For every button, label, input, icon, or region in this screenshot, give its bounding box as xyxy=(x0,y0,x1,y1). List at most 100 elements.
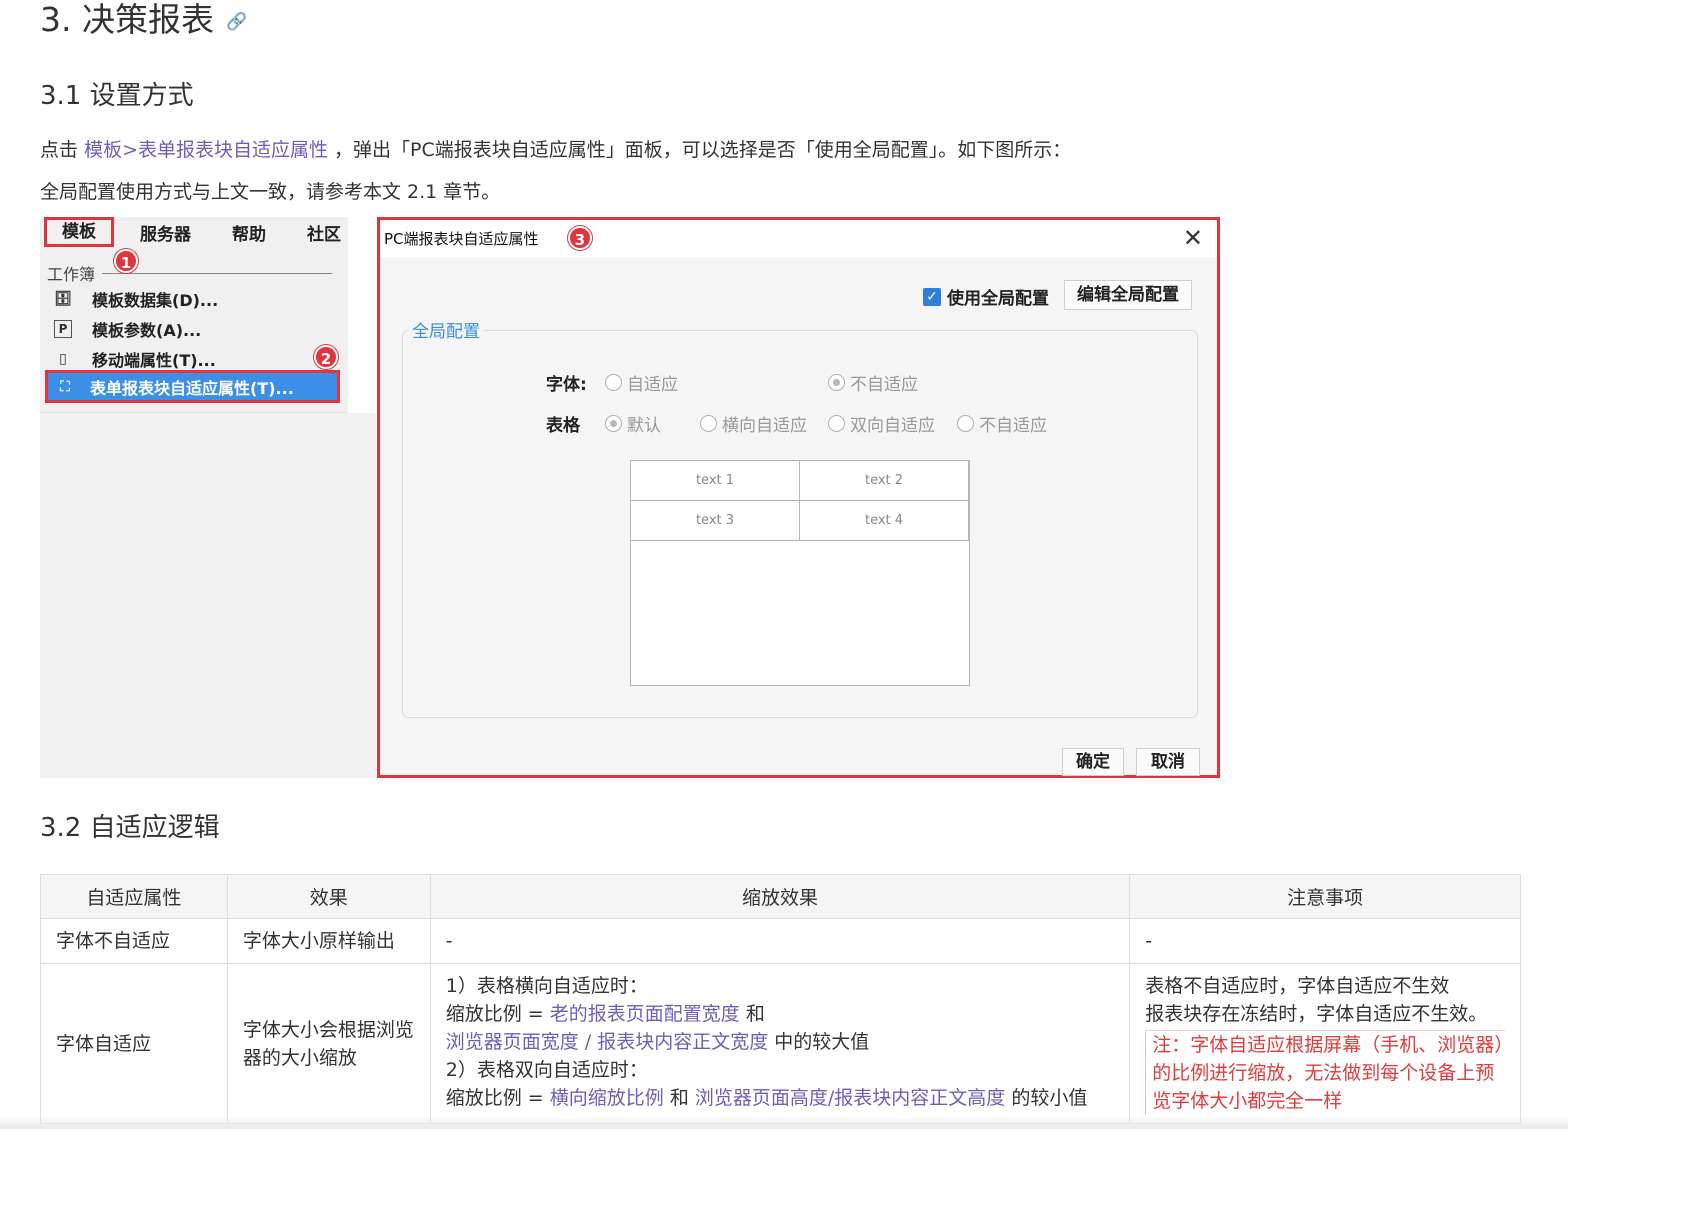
adaptive-logic-table: 自适应属性 效果 缩放效果 注意事项 字体不自适应 字体大小原样输出 - - 字… xyxy=(40,874,1521,1124)
zoom-link: 横向缩放比例 xyxy=(549,1087,664,1109)
menu-item-mobile-properties[interactable]: ▯ 移动端属性(T)... xyxy=(52,347,216,371)
radio-icon xyxy=(605,374,622,391)
table-option-horizontal[interactable]: 横向自适应 xyxy=(700,411,807,436)
dialog-title: PC端报表块自适应属性 xyxy=(384,230,539,248)
preview-cell: text 3 xyxy=(630,500,800,541)
page-title: 3. 决策报表 🔗 xyxy=(40,0,247,42)
table-cell: 字体不自适应 xyxy=(40,918,228,964)
table-cell-note: 表格不自适应时，字体自适应不生效 报表块存在冻结时，字体自适应不生效。 注：字体… xyxy=(1129,963,1521,1124)
mobile-icon: ▯ xyxy=(59,351,67,367)
table-header: 效果 xyxy=(226,874,431,919)
zoom-line: 缩放比例 = 老的报表页面配置宽度 和 xyxy=(446,1000,1114,1028)
menu-item-template-dataset[interactable]: 🗄 模板数据集(D)... xyxy=(52,287,218,311)
table-option-default[interactable]: 默认 xyxy=(605,411,661,436)
zoom-line: 1）表格横向自适应时： xyxy=(445,975,648,997)
step-badge-3: 3 xyxy=(568,226,592,250)
menu-item-adaptive-properties[interactable]: ⛶ 表单报表块自适应属性(T)... xyxy=(45,370,340,403)
table-option-label: 横向自适应 xyxy=(722,416,807,436)
menu-server[interactable]: 服务器 xyxy=(140,220,191,245)
zoom-link: 老的报表页面配置宽度 xyxy=(549,1003,740,1025)
use-global-config-checkbox[interactable]: ✓ 使用全局配置 xyxy=(923,284,1049,309)
parameter-icon: P xyxy=(54,320,72,338)
close-icon[interactable]: ✕ xyxy=(1183,224,1203,252)
table-label: 表格 xyxy=(546,416,580,436)
radio-selected-icon xyxy=(605,415,622,432)
workbook-label: 工作簿 xyxy=(47,265,96,284)
zoom-line: 浏览器页面宽度 / 报表块内容正文宽度 中的较大值 xyxy=(446,1028,1114,1056)
table-header: 注意事项 xyxy=(1129,874,1521,919)
radio-icon xyxy=(700,415,717,432)
dialog-titlebar: PC端报表块自适应属性 3 ✕ xyxy=(380,220,1217,257)
table-row: 字体不自适应 字体大小原样输出 - - xyxy=(40,918,1521,964)
table-cell: - xyxy=(1129,918,1521,964)
note-line: 报表块存在冻结时，字体自适应不生效。 xyxy=(1145,1003,1488,1025)
zoom-text: 和 xyxy=(669,1087,689,1109)
checkbox-checked-icon: ✓ xyxy=(923,287,941,306)
menu-community[interactable]: 社区 xyxy=(307,220,341,245)
font-option-not-adaptive[interactable]: 不自适应 xyxy=(828,370,918,395)
page-title-text: 3. 决策报表 xyxy=(40,0,214,39)
radio-icon xyxy=(828,415,845,432)
use-global-config-label: 使用全局配置 xyxy=(947,289,1049,309)
edit-global-config-button[interactable]: 编辑全局配置 xyxy=(1064,280,1192,310)
table-option-bidirectional[interactable]: 双向自适应 xyxy=(828,411,935,436)
table-header-row: 自适应属性 效果 缩放效果 注意事项 xyxy=(40,874,1521,919)
radio-selected-icon xyxy=(828,374,845,391)
paragraph-2: 全局配置使用方式与上文一致，请参考本文 2.1 章节。 xyxy=(40,181,501,203)
para1-suffix: ，弹出「PC端报表块自适应属性」面板，可以选择是否「使用全局配置」。如下图所示： xyxy=(334,139,1072,161)
table-cell: 字体大小原样输出 xyxy=(226,918,431,964)
table-row: 字体自适应 字体大小会根据浏览器的大小缩放 1）表格横向自适应时： 缩放比例 =… xyxy=(40,963,1521,1124)
zoom-line: 缩放比例 = 横向缩放比例 和 浏览器页面高度/报表块内容正文高度 的较小值 xyxy=(446,1084,1114,1112)
menu-item-label: 表单报表块自适应属性(T)... xyxy=(90,378,294,398)
font-option-adaptive[interactable]: 自适应 xyxy=(605,370,678,395)
table-cell-zoom: 1）表格横向自适应时： 缩放比例 = 老的报表页面配置宽度 和 浏览器页面宽度 … xyxy=(429,963,1131,1124)
link-icon[interactable]: 🔗 xyxy=(226,12,247,32)
font-option-label: 自适应 xyxy=(627,375,678,395)
template-menu-screenshot: 模板 服务器 帮助 社区 工作簿 1 🗄 模板数据集(D)... P 模板参数(… xyxy=(40,217,348,413)
table-option-label: 不自适应 xyxy=(979,416,1047,436)
cancel-button[interactable]: 取消 xyxy=(1136,748,1200,776)
section-title-3-2: 3.2 自适应逻辑 xyxy=(40,813,220,843)
zoom-text: 的较小值 xyxy=(1011,1087,1088,1109)
table-option-not-adaptive[interactable]: 不自适应 xyxy=(957,411,1047,436)
zoom-link: 浏览器页面高度/报表块内容正文高度 xyxy=(694,1087,1006,1109)
menu-item-label: 移动端属性(T)... xyxy=(92,351,216,370)
para1-prefix: 点击 xyxy=(40,139,79,161)
table-cell: 字体大小会根据浏览器的大小缩放 xyxy=(226,963,431,1124)
step-badge-2: 2 xyxy=(314,345,338,369)
menu-item-template-parameter[interactable]: P 模板参数(A)... xyxy=(52,317,201,341)
preview-cell: text 4 xyxy=(799,500,969,541)
font-label: 字体: xyxy=(546,375,587,395)
table-option-label: 双向自适应 xyxy=(850,416,935,436)
note-line: 表格不自适应时，字体自适应不生效 xyxy=(1145,975,1450,997)
menu-item-label: 模板数据集(D)... xyxy=(92,291,219,310)
menu-help[interactable]: 帮助 xyxy=(232,220,266,245)
menu-template[interactable]: 模板 xyxy=(44,217,114,247)
note-warning: 注：字体自适应根据屏幕（手机、浏览器）的比例进行缩放，无法做到每个设备上预览字体… xyxy=(1145,1030,1505,1115)
global-config-group-title: 全局配置 xyxy=(408,317,484,342)
section-title-3-1: 3.1 设置方式 xyxy=(40,81,194,111)
radio-icon xyxy=(957,415,974,432)
template-menu-link[interactable]: 模板>表单报表块自适应属性 xyxy=(84,139,328,161)
font-option-label: 不自适应 xyxy=(850,375,918,395)
zoom-text: 缩放比例 = xyxy=(445,1087,544,1109)
step-badge-1: 1 xyxy=(114,249,138,273)
menu-screenshot-background xyxy=(40,413,376,778)
database-icon: 🗄 xyxy=(54,291,72,307)
page-bottom-fade xyxy=(0,1116,1568,1129)
table-header: 自适应属性 xyxy=(40,874,228,919)
menu-item-label: 模板参数(A)... xyxy=(92,321,202,340)
table-preview: text 1 text 2 text 3 text 4 xyxy=(630,460,970,686)
table-cell: 字体自适应 xyxy=(40,963,228,1124)
paragraph-1: 点击 模板>表单报表块自适应属性 ，弹出「PC端报表块自适应属性」面板，可以选择… xyxy=(40,136,1071,164)
zoom-line: 2）表格双向自适应时： xyxy=(445,1059,648,1081)
table-header: 缩放效果 xyxy=(429,874,1131,919)
zoom-link: 浏览器页面宽度 / 报表块内容正文宽度 xyxy=(445,1031,769,1053)
zoom-text: 缩放比例 = xyxy=(445,1003,544,1025)
preview-cell: text 1 xyxy=(630,460,800,501)
adaptive-icon: ⛶ xyxy=(60,378,70,395)
zoom-text: 和 xyxy=(745,1003,765,1025)
preview-cell: text 2 xyxy=(799,460,969,501)
ok-button[interactable]: 确定 xyxy=(1062,748,1124,776)
workbook-divider xyxy=(102,273,332,274)
